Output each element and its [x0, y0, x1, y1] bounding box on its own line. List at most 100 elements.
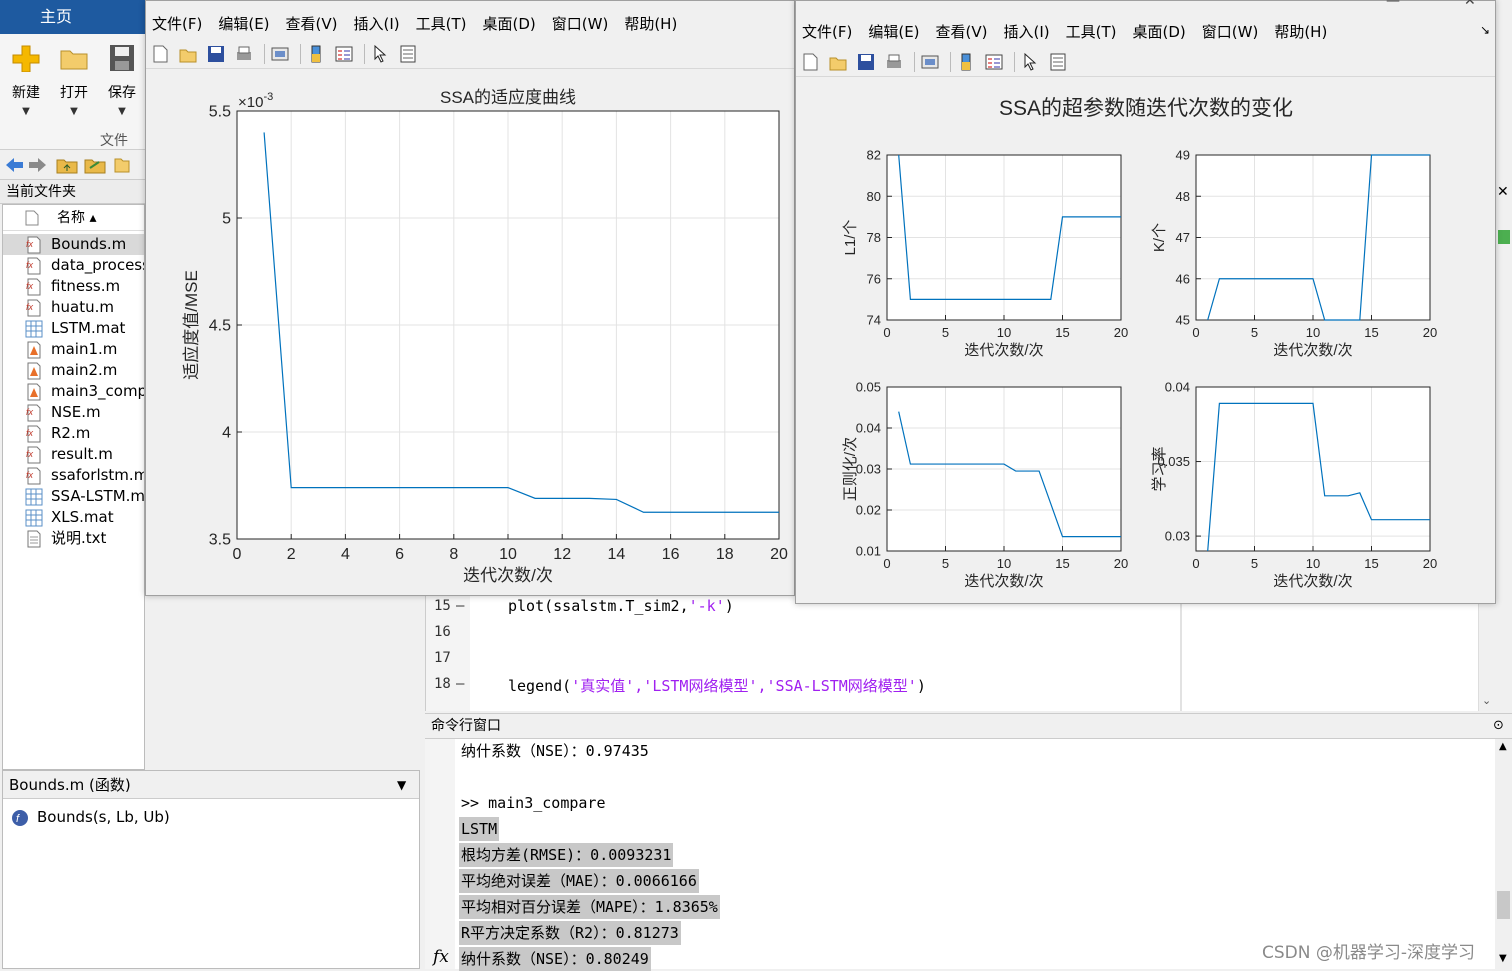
scroll-up-icon[interactable]: ▲ [1499, 741, 1507, 752]
menu-item[interactable]: 桌面(D) [483, 15, 536, 33]
save-figure-icon[interactable] [856, 52, 876, 72]
scrollbar-thumb[interactable] [1497, 891, 1510, 919]
menu-item[interactable]: 帮助(H) [624, 15, 677, 33]
x-tick-label: 15 [1055, 325, 1069, 340]
minimize-icon[interactable]: — [1386, 0, 1400, 9]
up-folder-icon[interactable] [56, 156, 78, 174]
breakpoint-dash[interactable]: — [456, 676, 464, 692]
menu-item[interactable]: 编辑(E) [868, 23, 919, 41]
tab-home[interactable]: 主页 [0, 0, 145, 34]
x-tick-label: 10 [997, 556, 1011, 571]
breakpoint-dash[interactable]: — [456, 598, 464, 614]
save-figure-icon[interactable] [206, 44, 226, 64]
file-item[interactable]: fx Bounds.m [3, 234, 144, 255]
svg-text:fx: fx [26, 260, 34, 270]
name-column-header[interactable]: 名称 ▴ [3, 205, 144, 231]
x-axis-label: 迭代次数/次 [964, 342, 1043, 359]
file-item[interactable]: SSA-LSTM.m [3, 486, 144, 507]
file-item[interactable]: main2.m [3, 360, 144, 381]
file-item[interactable]: fx fitness.m [3, 276, 144, 297]
code-text: ) [916, 677, 926, 695]
legend-icon[interactable] [984, 52, 1004, 72]
property-editor-icon[interactable] [1048, 52, 1068, 72]
open-file-icon[interactable] [178, 44, 198, 64]
menu-item[interactable]: 插入(I) [354, 15, 400, 33]
folder-path-icon[interactable] [114, 156, 130, 174]
print-preview-icon[interactable] [270, 44, 290, 64]
scroll-down-icon[interactable]: ▼ [1499, 953, 1507, 964]
menu-item[interactable]: 窗口(W) [552, 15, 609, 33]
menu-item[interactable]: 查看(V) [936, 23, 988, 41]
expand-arrow-icon[interactable]: ↘ [1480, 23, 1490, 37]
browse-folder-icon[interactable] [84, 156, 106, 174]
file-item[interactable]: fx R2.m [3, 423, 144, 444]
open-button[interactable]: 打开 ▼ [54, 44, 94, 117]
toolbar-separator [264, 44, 265, 64]
details-panel: Bounds.m (函数) ▼ f Bounds(s, Lb, Ub) [2, 770, 420, 969]
y-tick-label: 0.04 [1165, 380, 1190, 395]
command-window-title-text: 命令行窗口 [431, 718, 501, 734]
menu-item[interactable]: 工具(T) [416, 15, 467, 33]
file-item[interactable]: 说明.txt [3, 528, 144, 549]
menu-item[interactable]: 查看(V) [286, 15, 338, 33]
menu-item[interactable]: 编辑(E) [218, 15, 269, 33]
new-figure-icon[interactable] [150, 44, 170, 64]
menu-item[interactable]: 文件(F) [152, 15, 202, 33]
file-item[interactable]: main1.m [3, 339, 144, 360]
back-arrow-icon[interactable] [4, 156, 24, 174]
menu-item[interactable]: 文件(F) [802, 23, 852, 41]
editor-scrollbar[interactable]: ⌄ [1478, 596, 1495, 711]
print-preview-icon[interactable] [920, 52, 940, 72]
command-window[interactable]: fx 纳什系数（NSE）：0.97435 >> main3_compare LSTM… [425, 739, 1495, 971]
menu-item[interactable]: 帮助(H) [1274, 23, 1327, 41]
file-name: main1.m [51, 340, 118, 358]
code-text: plot(ssalstm.T_sim2, [508, 597, 689, 615]
exponent-label: ×10-3 [238, 91, 273, 111]
menu-item[interactable]: 窗口(W) [1202, 23, 1259, 41]
code-line[interactable]: plot(ssalstm.T_sim2,'-k') [508, 597, 734, 615]
chevron-down-icon[interactable]: ⊙ [1493, 714, 1504, 738]
x-tick-label: 0 [233, 546, 242, 563]
command-scrollbar[interactable]: ▲ ▼ [1495, 739, 1512, 969]
y-tick-label: 0.01 [856, 544, 881, 559]
x-tick-label: 10 [1306, 556, 1320, 571]
forward-arrow-icon[interactable] [28, 156, 48, 174]
chevron-down-icon[interactable]: ▼ [397, 771, 406, 799]
file-item[interactable]: XLS.mat [3, 507, 144, 528]
file-item[interactable]: fx ssaforlstm.m [3, 465, 144, 486]
save-button[interactable]: 保存 ▼ [102, 44, 142, 117]
print-icon[interactable] [234, 44, 254, 64]
close-icon[interactable]: ✕ [1497, 184, 1509, 200]
colorbar-icon[interactable] [956, 52, 976, 72]
menu-item[interactable]: 工具(T) [1066, 23, 1117, 41]
new-button[interactable]: 新建 ▼ [6, 44, 46, 117]
file-name: LSTM.mat [51, 319, 126, 337]
legend-icon[interactable] [334, 44, 354, 64]
menu-item[interactable]: 插入(I) [1004, 23, 1050, 41]
code-line[interactable]: legend('真实值','LSTM网络模型','SSA-LSTM网络模型') [508, 675, 926, 696]
pointer-arrow-icon[interactable] [370, 44, 390, 64]
save-disk-icon [110, 45, 134, 71]
new-figure-icon[interactable] [800, 52, 820, 72]
y-tick-label: 0.02 [856, 503, 881, 518]
file-item[interactable]: main3_comp [3, 381, 144, 402]
function-file-icon: fx [26, 467, 41, 485]
menu-item[interactable]: 桌面(D) [1133, 23, 1186, 41]
print-icon[interactable] [884, 52, 904, 72]
file-item[interactable]: fx data_process [3, 255, 144, 276]
pointer-arrow-icon[interactable] [1020, 52, 1040, 72]
file-item[interactable]: fx huatu.m [3, 297, 144, 318]
file-item[interactable]: fx result.m [3, 444, 144, 465]
file-item[interactable]: LSTM.mat [3, 318, 144, 339]
code-editor[interactable]: 15 — plot(ssalstm.T_sim2,'-k') 16 17 18 — legen… [425, 596, 1495, 711]
property-editor-icon[interactable] [398, 44, 418, 64]
fx-icon[interactable]: fx [433, 947, 449, 967]
file-item[interactable]: fx NSE.m [3, 402, 144, 423]
toolbar-separator [364, 44, 365, 64]
close-icon[interactable]: ✕ [1464, 0, 1476, 9]
colorbar-icon[interactable] [306, 44, 326, 64]
scroll-down-icon[interactable]: ⌄ [1482, 694, 1491, 707]
details-title[interactable]: Bounds.m (函数) ▼ [3, 771, 419, 799]
code-text: ) [724, 597, 734, 615]
open-file-icon[interactable] [828, 52, 848, 72]
